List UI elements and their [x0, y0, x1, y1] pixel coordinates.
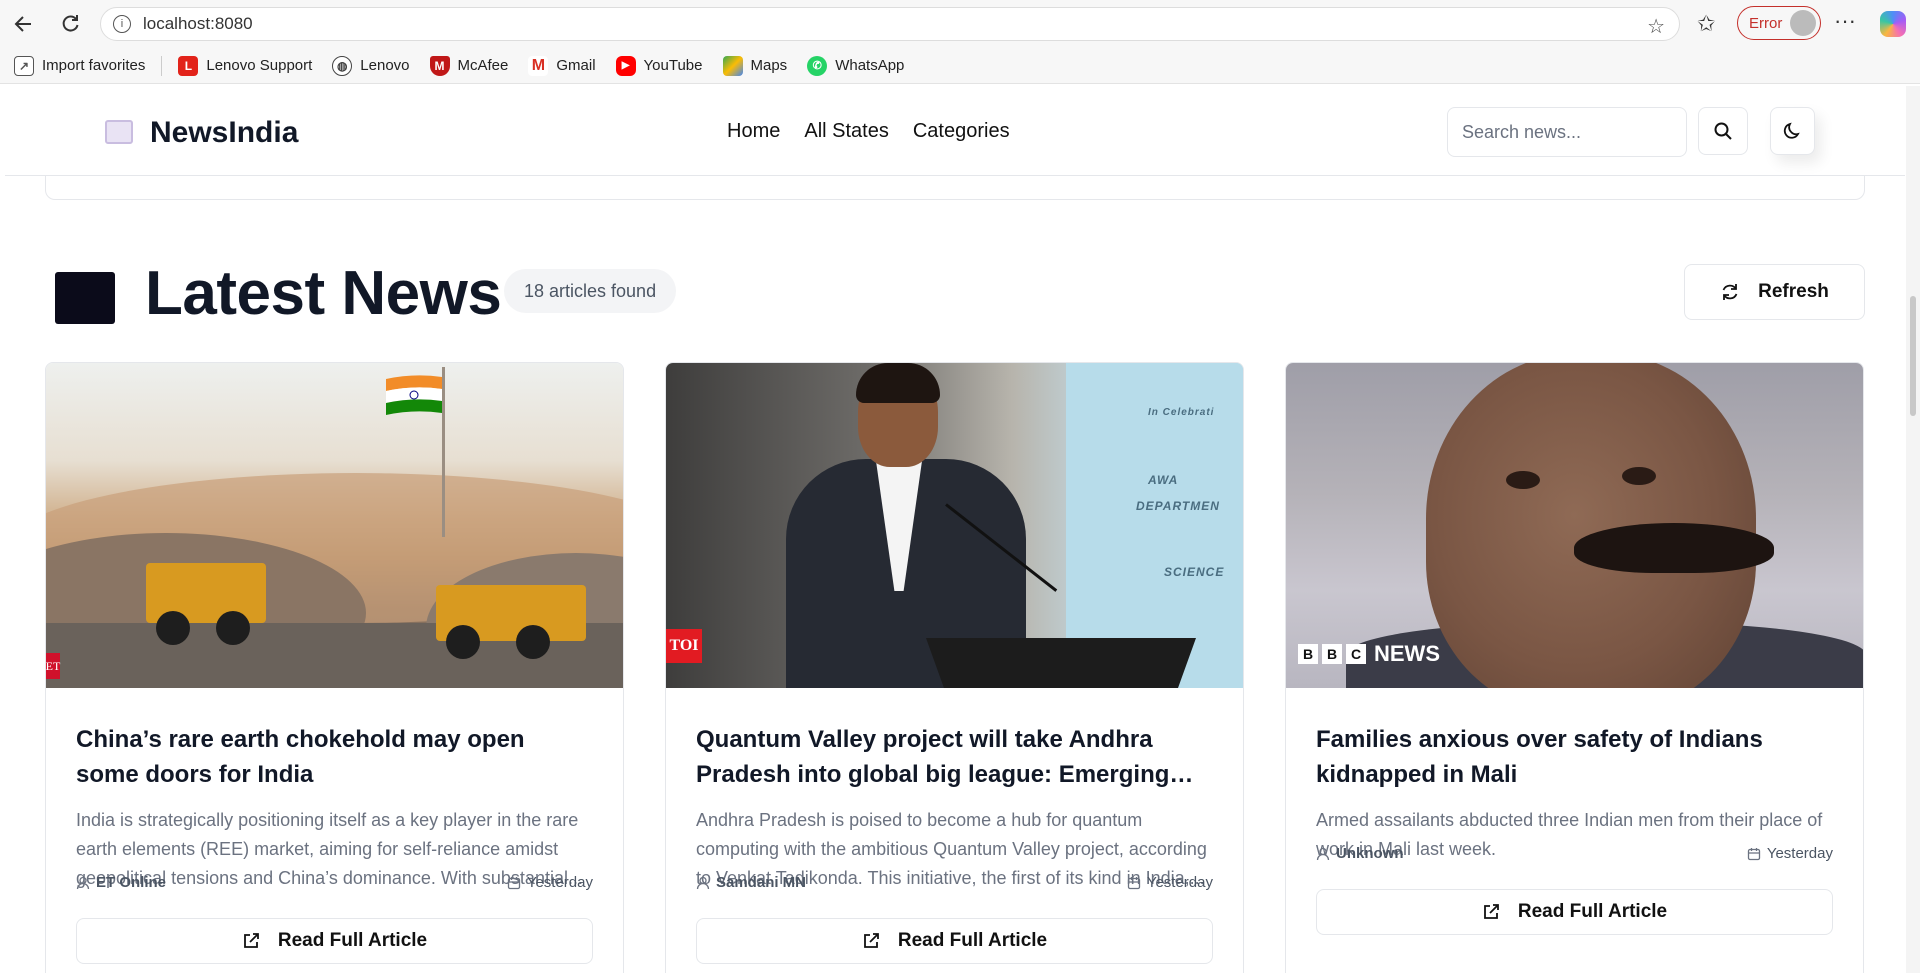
article-date: Yesterday [1747, 845, 1833, 862]
avatar [1790, 10, 1816, 36]
nav-categories[interactable]: Categories [913, 120, 1010, 143]
search-input[interactable] [1447, 107, 1687, 157]
section-title: Latest News [145, 259, 502, 328]
article-date: Yesterday [1127, 874, 1213, 891]
import-icon: ↗ [14, 55, 34, 76]
reload-icon[interactable] [52, 6, 88, 42]
back-icon[interactable] [6, 6, 42, 42]
source-logo: NEWS [1374, 641, 1440, 666]
gmail-icon: M [528, 55, 549, 76]
favorites-icon[interactable]: ✩ [1697, 11, 1715, 37]
page: NewsIndia Home All States Categories Lat… [5, 86, 1905, 973]
external-link-icon [1483, 904, 1499, 919]
site-header: NewsIndia Home All States Categories [5, 86, 1905, 176]
source-logo: ET [46, 653, 60, 679]
bookmark-youtube[interactable]: ▶ YouTube [615, 55, 703, 76]
article-image[interactable]: In Celebrati AWA DEPARTMEN SCIENCE TOI [666, 363, 1243, 688]
maps-icon [722, 55, 743, 76]
bbc-news-logo: BBC NEWS [1298, 641, 1440, 667]
previous-section-edge [45, 176, 1865, 200]
article-title[interactable]: China’s rare earth chokehold may open so… [76, 722, 593, 792]
article-count-badge: 18 articles found [504, 269, 677, 313]
bookmarks-bar: ↗ Import favorites L Lenovo Support ◍ Le… [0, 48, 1920, 84]
article-author: Unknown [1316, 845, 1404, 862]
article-title[interactable]: Families anxious over safety of Indians … [1316, 722, 1833, 792]
article-card[interactable]: In Celebrati AWA DEPARTMEN SCIENCE TOI Q… [665, 362, 1244, 973]
bookmark-maps[interactable]: Maps [722, 55, 787, 76]
article-card[interactable]: ET China’s rare earth chokehold may open… [45, 362, 624, 973]
bookmark-lenovo[interactable]: ◍ Lenovo [332, 55, 410, 76]
nav-all-states[interactable]: All States [804, 120, 888, 143]
article-image[interactable]: ET [46, 363, 623, 688]
favorite-star-icon[interactable]: ☆ [1647, 14, 1665, 39]
refresh-button[interactable]: Refresh [1684, 264, 1865, 320]
user-icon [1316, 847, 1330, 860]
more-options-icon[interactable]: ··· [1834, 8, 1856, 34]
calendar-icon [1747, 847, 1760, 860]
article-title[interactable]: Quantum Valley project will take Andhra … [696, 722, 1213, 792]
external-link-icon [243, 933, 259, 948]
url-text: localhost:8080 [143, 14, 253, 33]
scrollbar-thumb[interactable] [1910, 296, 1916, 416]
newspaper-icon [105, 120, 133, 144]
site-info-icon[interactable]: i [113, 15, 131, 33]
whatsapp-icon: ✆ [807, 55, 828, 76]
newspaper-section-icon [55, 272, 115, 324]
bookmark-gmail[interactable]: M Gmail [528, 55, 596, 76]
source-logo: TOI [666, 629, 702, 663]
address-bar[interactable]: i localhost:8080 ☆ [100, 7, 1680, 41]
calendar-icon [1127, 876, 1140, 889]
dark-mode-toggle[interactable] [1770, 107, 1815, 155]
site-logo[interactable]: NewsIndia [150, 116, 298, 150]
read-full-article-button[interactable]: Read Full Article [76, 918, 593, 964]
globe-icon: ◍ [332, 55, 353, 76]
error-label: Error [1749, 14, 1783, 32]
page-scrollbar[interactable] [1906, 86, 1920, 973]
user-icon [76, 876, 90, 889]
read-full-article-button[interactable]: Read Full Article [696, 918, 1213, 964]
profile-error-button[interactable]: Error [1737, 6, 1821, 40]
bookmark-import-favorites[interactable]: ↗ Import favorites [14, 55, 145, 76]
user-icon [696, 876, 710, 889]
main-nav: Home All States Categories [727, 120, 1010, 143]
search-icon [1714, 122, 1732, 140]
refresh-icon [1722, 284, 1738, 300]
moon-icon [1783, 122, 1800, 139]
read-full-article-button[interactable]: Read Full Article [1316, 889, 1833, 935]
lenovo-support-icon: L [178, 55, 199, 76]
article-image[interactable]: BBC NEWS [1286, 363, 1863, 688]
india-flag-icon [386, 375, 442, 415]
article-author: Samdani MN [696, 874, 806, 891]
search-button[interactable] [1698, 107, 1748, 155]
mcafee-icon: M [429, 55, 450, 76]
bookmark-lenovo-support[interactable]: L Lenovo Support [178, 55, 312, 76]
article-author: ET Online [76, 874, 166, 891]
copilot-icon[interactable] [1880, 11, 1906, 37]
article-card[interactable]: BBC NEWS Families anxious over safety of… [1285, 362, 1864, 973]
external-link-icon [863, 933, 879, 948]
nav-home[interactable]: Home [727, 120, 780, 143]
article-date: Yesterday [507, 874, 593, 891]
browser-toolbar: i localhost:8080 ☆ ✩ Error ··· [0, 0, 1920, 48]
refresh-label: Refresh [1758, 281, 1829, 302]
calendar-icon [507, 876, 520, 889]
bookmark-mcafee[interactable]: M McAfee [429, 55, 508, 76]
bookmark-whatsapp[interactable]: ✆ WhatsApp [807, 55, 904, 76]
youtube-icon: ▶ [615, 55, 636, 76]
